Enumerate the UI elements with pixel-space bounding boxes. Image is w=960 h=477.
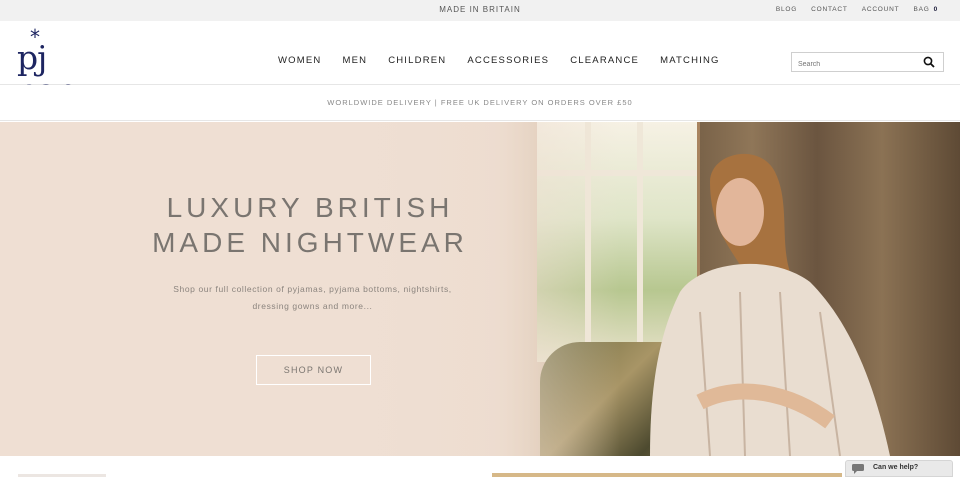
contact-link[interactable]: CONTACT <box>811 6 848 13</box>
chat-label: Can we help? <box>873 464 919 471</box>
chat-bubble-icon <box>852 464 864 474</box>
hero-banner <box>0 122 960 456</box>
hero-subtitle-line2: dressing gowns and more... <box>252 301 373 311</box>
blog-link[interactable]: BLOG <box>776 6 797 13</box>
delivery-text: WORLDWIDE DELIVERY | FREE UK DELIVERY ON… <box>327 98 633 107</box>
hero-subtitle-line1: Shop our full collection of pyjamas, pyj… <box>173 284 452 294</box>
bag-count: 0 <box>933 6 938 13</box>
utility-links: BLOG CONTACT ACCOUNT BAG 0 <box>776 6 938 13</box>
search-input[interactable] <box>792 55 912 74</box>
delivery-banner: WORLDWIDE DELIVERY | FREE UK DELIVERY ON… <box>0 85 960 121</box>
nav-children[interactable]: CHILDREN <box>388 55 446 66</box>
top-bar: MADE IN BRITAIN BLOG CONTACT ACCOUNT BAG… <box>0 0 960 21</box>
search-box <box>791 52 944 74</box>
account-link[interactable]: ACCOUNT <box>862 6 900 13</box>
nav-clearance[interactable]: CLEARANCE <box>570 55 639 66</box>
next-section-preview <box>0 456 960 477</box>
nav-accessories[interactable]: ACCESSORIES <box>467 55 549 66</box>
hero-title-line1: LUXURY BRITISH <box>166 192 454 223</box>
nav-matching[interactable]: MATCHING <box>660 55 720 66</box>
hero-title-line2: MADE NIGHTWEAR <box>152 227 468 258</box>
nav-men[interactable]: MEN <box>342 55 367 66</box>
shop-now-button[interactable]: SHOP NOW <box>256 355 371 385</box>
search-icon[interactable] <box>923 56 935 68</box>
hero-title: LUXURY BRITISH MADE NIGHTWEAR <box>120 190 500 260</box>
hero-subtitle: Shop our full collection of pyjamas, pyj… <box>160 281 465 315</box>
chat-widget[interactable]: Can we help? <box>845 460 953 477</box>
preview-image-right <box>492 473 842 477</box>
bag-link[interactable]: BAG 0 <box>913 6 938 13</box>
hero-model-image <box>650 153 890 456</box>
pj-pan-logo[interactable]: * pj pan <box>17 25 107 107</box>
header: * pj pan WOMEN MEN CHILDREN ACCESSORIES … <box>0 21 960 107</box>
bag-label: BAG <box>913 6 930 13</box>
nav-women[interactable]: WOMEN <box>278 55 321 66</box>
main-nav: WOMEN MEN CHILDREN ACCESSORIES CLEARANCE… <box>278 55 720 66</box>
